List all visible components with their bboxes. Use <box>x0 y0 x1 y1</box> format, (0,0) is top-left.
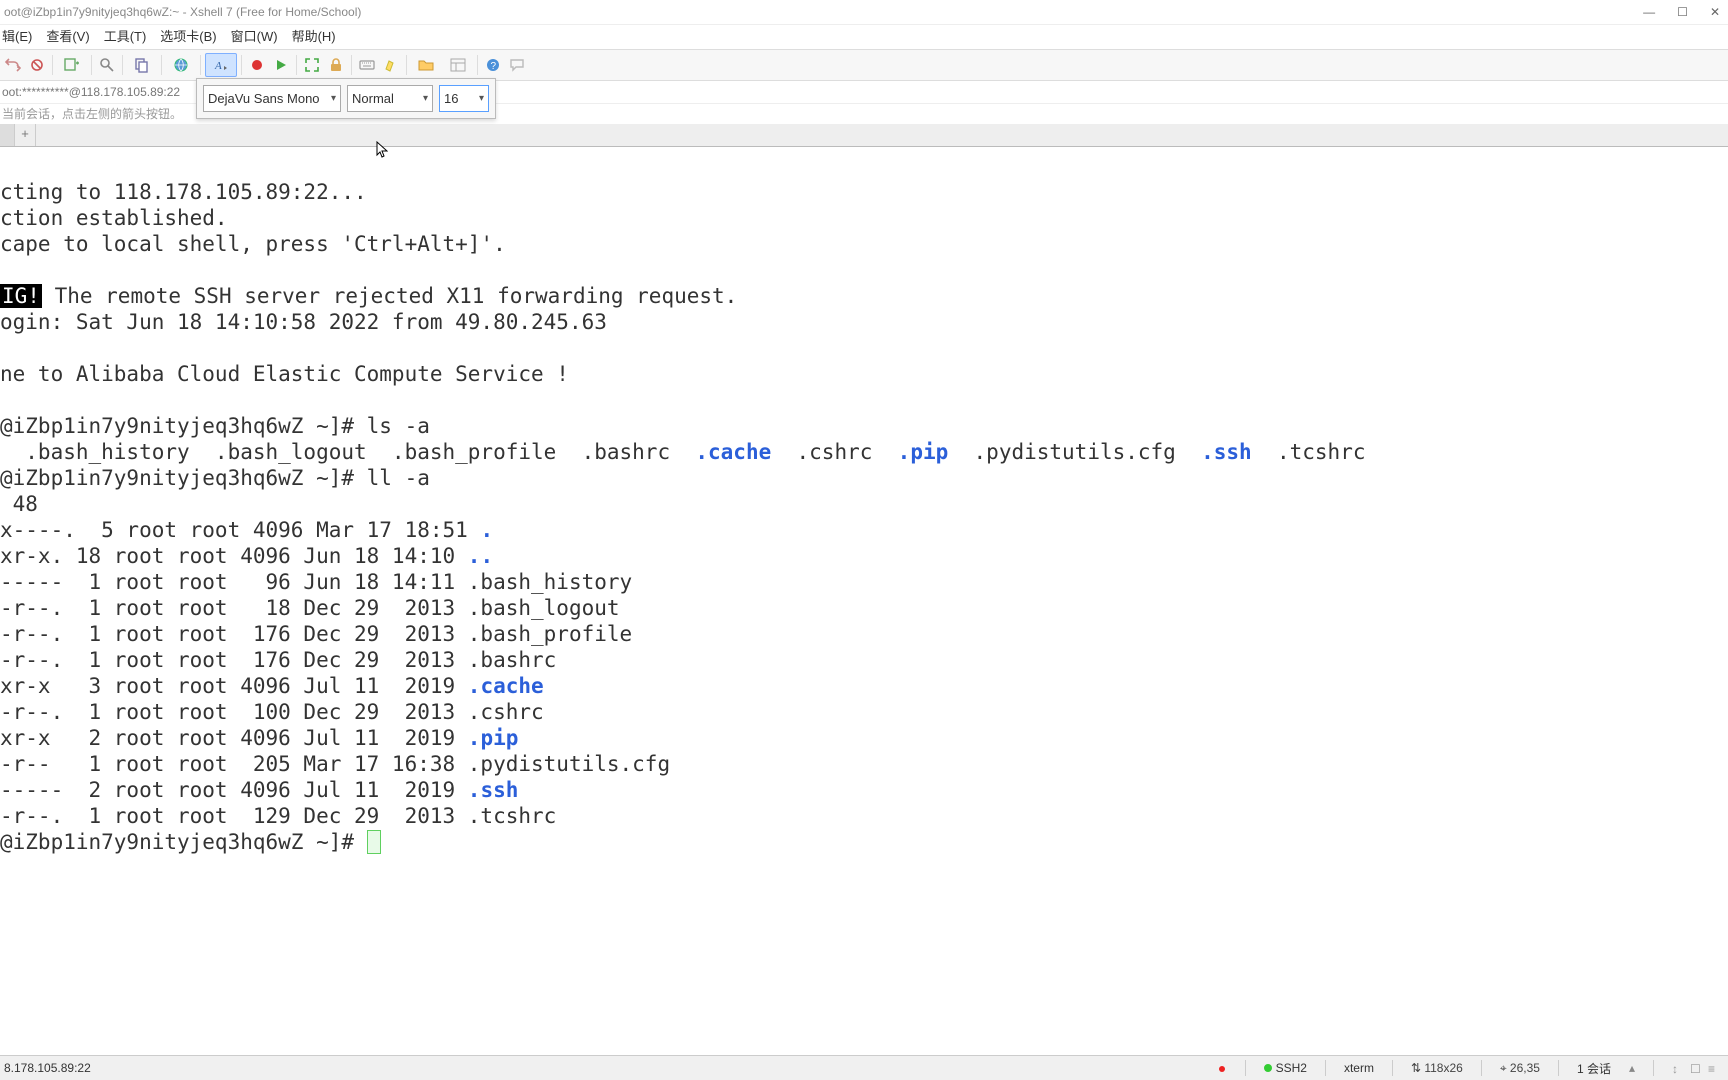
font-style-value: Normal <box>352 91 394 106</box>
ll-dir: . <box>480 518 493 542</box>
status-sessions: 1 会话 <box>1577 1060 1611 1077</box>
layout-icon[interactable] <box>443 54 473 76</box>
status-ssh: SSH2 <box>1276 1061 1307 1075</box>
status-tray: ↕ ☐ ≡ <box>1672 1062 1720 1074</box>
ll-dir: .cache <box>468 674 544 698</box>
highlight-icon[interactable] <box>380 54 402 76</box>
ll-row: -r--. 1 root root 100 Dec 29 2013 .cshrc <box>0 700 544 724</box>
help-icon[interactable]: ? <box>482 54 504 76</box>
ll-row: x----. 5 root root 4096 Mar 17 18:51 <box>0 518 480 542</box>
status-host: 8.178.105.89:22 <box>0 1061 91 1075</box>
toolbar: A ? <box>0 49 1728 81</box>
fullscreen-icon[interactable] <box>301 54 323 76</box>
term-line: ne to Alibaba Cloud Elastic Compute Serv… <box>0 362 569 386</box>
status-term: xterm <box>1344 1061 1374 1075</box>
menu-tools[interactable]: 工具(T) <box>104 25 147 49</box>
tab-strip: + <box>0 124 1728 147</box>
terminal[interactable]: cting to 118.178.105.89:22... ction esta… <box>0 147 1728 855</box>
tab-session[interactable] <box>0 124 15 146</box>
folder-icon[interactable] <box>411 54 441 76</box>
term-line: cape to local shell, press 'Ctrl+Alt+]'. <box>0 232 506 256</box>
ls-output: .tcshrc <box>1252 440 1366 464</box>
menu-window[interactable]: 窗口(W) <box>231 25 278 49</box>
ssh-indicator-icon <box>1264 1064 1272 1072</box>
ll-row: -r--. 1 root root 18 Dec 29 2013 .bash_l… <box>0 596 620 620</box>
font-name-combo[interactable]: DejaVu Sans Mono ▾ <box>203 85 341 112</box>
ls-dir: .cache <box>695 440 771 464</box>
term-line: cting to 118.178.105.89:22... <box>0 180 367 204</box>
font-size-value: 16 <box>444 91 458 106</box>
ll-row: ----- 2 root root 4096 Jul 11 2019 <box>0 778 468 802</box>
disconnect-icon[interactable] <box>26 54 48 76</box>
chevron-down-icon: ▾ <box>423 93 428 104</box>
comment-icon[interactable] <box>506 54 528 76</box>
tray-icon[interactable]: ↕ <box>1672 1062 1684 1074</box>
term-line: ogin: Sat Jun 18 14:10:58 2022 from 49.8… <box>0 310 607 334</box>
font-size-combo[interactable]: 16 ▾ <box>439 85 489 112</box>
ll-row: -r--. 1 root root 176 Dec 29 2013 .bashr… <box>0 648 556 672</box>
terminal-cursor <box>367 830 381 854</box>
ls-output: .pydistutils.cfg <box>948 440 1201 464</box>
prompt: @iZbp1in7y9nityjeq3hq6wZ ~]# ll -a <box>0 466 430 490</box>
copy-icon[interactable] <box>127 54 157 76</box>
ll-row: xr-x 3 root root 4096 Jul 11 2019 <box>0 674 468 698</box>
ll-row: xr-x 2 root root 4096 Jul 11 2019 <box>0 726 468 750</box>
ls-dir: .pip <box>898 440 949 464</box>
tab-new[interactable]: + <box>15 124 36 146</box>
status-indicator-icon <box>1219 1066 1225 1072</box>
menu-tabs[interactable]: 选项卡(B) <box>160 25 216 49</box>
ls-output: .cshrc <box>771 440 897 464</box>
chevron-down-icon: ▾ <box>331 93 336 104</box>
svg-text:?: ? <box>491 61 497 72</box>
ls-dir: .ssh <box>1201 440 1252 464</box>
window-title: oot@iZbp1in7y9nityjeq3hq6wZ:~ - Xshell 7… <box>4 5 361 19</box>
prompt: @iZbp1in7y9nityjeq3hq6wZ ~]# <box>0 830 367 854</box>
status-pos: 26,35 <box>1510 1061 1540 1075</box>
window-controls: — ☐ ✕ <box>1643 0 1720 24</box>
play-icon[interactable] <box>270 54 292 76</box>
ll-row: -r--. 1 root root 129 Dec 29 2013 .tcshr… <box>0 804 556 828</box>
close-button[interactable]: ✕ <box>1710 0 1720 24</box>
term-line: The remote SSH server rejected X11 forwa… <box>42 284 737 308</box>
menu-help[interactable]: 帮助(H) <box>292 25 336 49</box>
ll-row: ----- 1 root root 96 Jun 18 14:11 .bash_… <box>0 570 632 594</box>
new-session-icon[interactable] <box>57 54 87 76</box>
chevron-down-icon: ▾ <box>479 93 484 104</box>
ll-row: -r--. 1 root root 176 Dec 29 2013 .bash_… <box>0 622 632 646</box>
ll-row: -r-- 1 root root 205 Mar 17 16:38 .pydis… <box>0 752 670 776</box>
ll-dir: .. <box>468 544 493 568</box>
font-button[interactable]: A <box>205 53 237 77</box>
font-popup: DejaVu Sans Mono ▾ Normal ▾ 16 ▾ <box>196 78 496 119</box>
menu-view[interactable]: 查看(V) <box>46 25 89 49</box>
term-line: ction established. <box>0 206 228 230</box>
font-style-combo[interactable]: Normal ▾ <box>347 85 433 112</box>
ls-output: .bash_history .bash_logout .bash_profile… <box>0 440 695 464</box>
reconnect-icon[interactable] <box>2 54 24 76</box>
term-line: 48 <box>0 492 38 516</box>
menu-edit[interactable]: 辑(E) <box>2 25 32 49</box>
titlebar: oot@iZbp1in7y9nityjeq3hq6wZ:~ - Xshell 7… <box>0 0 1728 24</box>
ll-dir: .pip <box>468 726 519 750</box>
font-name-value: DejaVu Sans Mono <box>208 91 320 106</box>
search-icon[interactable] <box>96 54 118 76</box>
status-dim: 118x26 <box>1424 1061 1462 1075</box>
prompt: @iZbp1in7y9nityjeq3hq6wZ ~]# ls -a <box>0 414 430 438</box>
ll-row: xr-x. 18 root root 4096 Jun 18 14:10 <box>0 544 468 568</box>
maximize-button[interactable]: ☐ <box>1677 0 1688 24</box>
svg-text:A: A <box>214 60 222 72</box>
chevron-up-icon[interactable]: ▴ <box>1629 1061 1635 1075</box>
keyboard-icon[interactable] <box>356 54 378 76</box>
globe-icon[interactable] <box>166 54 196 76</box>
statusbar: 8.178.105.89:22 SSH2 xterm ⇅ 118x26 ⌖ 26… <box>0 1055 1728 1080</box>
minimize-button[interactable]: — <box>1643 0 1655 24</box>
menubar: 辑(E) 查看(V) 工具(T) 选项卡(B) 窗口(W) 帮助(H) <box>0 24 1728 49</box>
tray-icon[interactable]: ≡ <box>1708 1062 1720 1074</box>
tray-icon[interactable]: ☐ <box>1690 1062 1702 1074</box>
record-icon[interactable] <box>246 54 268 76</box>
lock-icon[interactable] <box>325 54 347 76</box>
ll-dir: .ssh <box>468 778 519 802</box>
warning-tag: IG! <box>0 284 42 308</box>
